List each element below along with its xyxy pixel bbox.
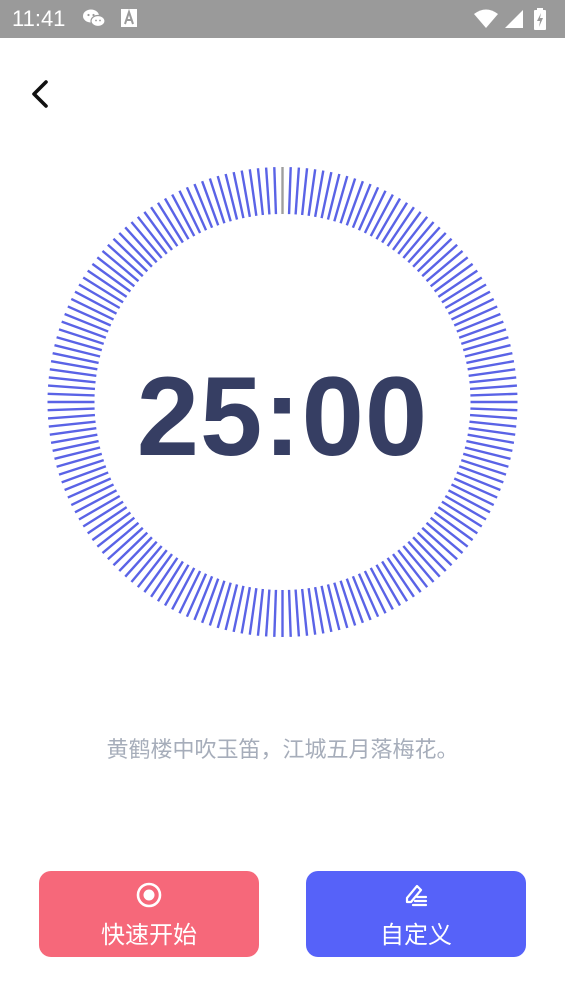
dial-tick [313,586,325,634]
dial-tick [256,168,265,216]
dial-tick [248,169,258,216]
dial-tick [287,589,292,637]
dial-tick [300,588,309,636]
dial-tick [339,580,357,626]
dial-tick [248,588,258,635]
dial-tick [294,589,301,637]
timer-dial [0,0,565,1004]
dial-tick [240,586,252,634]
dial-tick [208,580,226,626]
dial-tick [460,328,507,346]
dial-tick [201,180,220,226]
dial-tick [307,169,317,216]
timer-display: 25:00 [136,354,429,479]
custom-button[interactable]: 自定义 [306,871,526,957]
timer-dial-ticks [47,167,518,637]
dial-tick [273,589,278,637]
custom-label: 自定义 [380,921,452,949]
dial-tick [208,178,226,224]
dial-tick [300,168,309,216]
dial-tick [313,170,325,218]
record-icon [136,882,162,908]
dial-tick [345,578,364,624]
dial-tick [287,167,292,215]
quote-text: 黄鹤楼中吹玉笛，江城五月落梅花。 [106,738,459,763]
dial-tick [307,588,317,635]
dial-tick [339,178,357,224]
dial-tick [294,167,301,215]
dial-tick [256,588,265,636]
dial-tick [61,320,107,339]
edit-icon [405,884,428,907]
dial-tick [273,167,278,215]
quick-start-button[interactable]: 快速开始 [39,871,259,957]
dial-tick [264,167,271,215]
quick-start-label: 快速开始 [101,921,197,949]
dial-tick [264,589,271,637]
dial-tick [345,180,364,226]
dial-tick [201,578,220,624]
dial-tick [240,170,252,218]
dial-tick [58,328,105,346]
dial-tick [458,320,504,339]
